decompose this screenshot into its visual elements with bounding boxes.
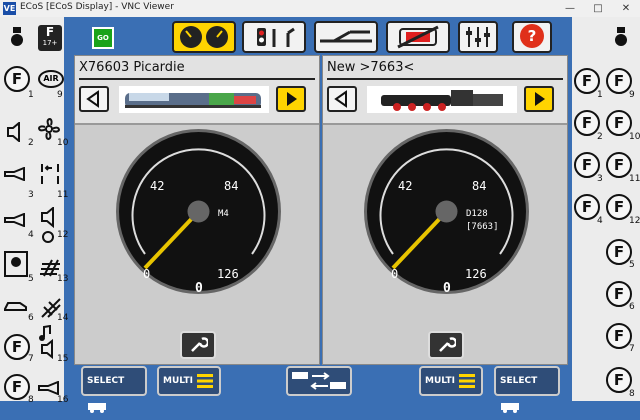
multi-label: MULTI bbox=[163, 376, 193, 386]
function-1-num: 1 bbox=[28, 90, 34, 100]
multi-left-button[interactable]: MULTI bbox=[157, 366, 221, 396]
direction-right-button[interactable] bbox=[524, 86, 554, 112]
swap-trains-icon bbox=[292, 372, 346, 390]
speed-value: 0 bbox=[195, 281, 203, 295]
horn-icon[interactable] bbox=[38, 381, 60, 395]
loco-name: X76603 Picardie bbox=[79, 60, 185, 75]
gauge-tick-42: 42 bbox=[150, 179, 164, 193]
direction-right-button[interactable] bbox=[276, 86, 306, 112]
name-divider bbox=[327, 78, 563, 80]
settings-button[interactable] bbox=[458, 21, 498, 53]
gauge-tick-84: 84 bbox=[224, 179, 238, 193]
loco-image bbox=[119, 86, 269, 113]
loco-settings-button[interactable] bbox=[428, 331, 464, 359]
track-layout-button[interactable] bbox=[314, 21, 378, 53]
speed-gauge[interactable]: 0 42 84 126 M4 0 bbox=[115, 128, 282, 295]
gauges-icon bbox=[180, 26, 228, 48]
swap-loco-button[interactable] bbox=[286, 366, 352, 396]
right-loco-panel: New >7663< 0 42 84 126 D128 [7663] 0 bbox=[322, 55, 568, 365]
horn-icon[interactable] bbox=[4, 213, 26, 227]
help-button[interactable]: ? bbox=[512, 21, 552, 53]
left-function-panel: F 17+ F 1 AIR 9 2 10 3 11 4 12 5 13 6 14… bbox=[0, 17, 68, 405]
gauge-tick-126: 126 bbox=[217, 267, 239, 281]
function-7-button[interactable]: F bbox=[4, 334, 30, 360]
horn-icon[interactable] bbox=[4, 167, 26, 181]
right-function-panel: F 1 F 9 F 2 F 10 F 3 F 11 F 4 F 12 F 5 F… bbox=[572, 17, 640, 401]
speed-gauge[interactable]: 0 42 84 126 D128 [7663] 0 bbox=[363, 128, 530, 295]
speed-value: 0 bbox=[443, 281, 451, 295]
gauge-hub bbox=[435, 200, 458, 223]
loco-header: New >7663< bbox=[323, 56, 567, 125]
multi-right-button[interactable]: MULTI bbox=[419, 366, 483, 396]
speed-steps: D128 bbox=[466, 209, 488, 219]
wrench-icon bbox=[191, 337, 210, 352]
name-divider bbox=[79, 78, 315, 80]
multi-icon bbox=[197, 373, 214, 388]
coupler-icon[interactable] bbox=[38, 162, 62, 188]
loco-light-icon[interactable] bbox=[10, 27, 24, 47]
loco-image bbox=[367, 86, 517, 113]
function-8-button[interactable]: F bbox=[4, 374, 30, 400]
select-label: SELECT bbox=[500, 376, 538, 386]
close-button[interactable]: ✕ bbox=[612, 0, 640, 17]
minimize-button[interactable]: — bbox=[556, 0, 584, 17]
train-icon bbox=[501, 402, 519, 413]
select-right-button[interactable]: SELECT bbox=[494, 366, 560, 413]
loco-address: [7663] bbox=[466, 222, 499, 232]
loco-light-icon[interactable] bbox=[614, 27, 628, 47]
gauge-tick-126: 126 bbox=[465, 267, 487, 281]
gauges-view-button[interactable] bbox=[172, 21, 236, 53]
gauge-tick-84: 84 bbox=[472, 179, 486, 193]
car-icon[interactable] bbox=[4, 299, 28, 313]
air-icon[interactable]: AIR bbox=[38, 70, 64, 88]
stop-button[interactable] bbox=[386, 21, 450, 53]
signal-icon bbox=[257, 27, 295, 47]
direction-left-button[interactable] bbox=[79, 86, 109, 112]
function-9-num: 9 bbox=[57, 90, 63, 100]
track-layout-icon bbox=[320, 30, 372, 43]
loco-name: New >7663< bbox=[327, 60, 415, 75]
multi-label: MULTI bbox=[425, 376, 455, 386]
maximize-button[interactable]: □ bbox=[584, 0, 612, 17]
loco-settings-button[interactable] bbox=[180, 331, 216, 359]
left-loco-panel: X76603 Picardie 0 42 84 126 M4 0 bbox=[74, 55, 320, 365]
window-title: ECoS [ECoS Display] - VNC Viewer bbox=[20, 2, 174, 12]
light-icon[interactable] bbox=[4, 251, 28, 277]
sliders-icon bbox=[466, 27, 490, 47]
stop-icon bbox=[397, 25, 439, 49]
gauge-tick-42: 42 bbox=[398, 179, 412, 193]
window-titlebar: VE ECoS [ECoS Display] - VNC Viewer — □ … bbox=[0, 0, 640, 18]
multi-icon bbox=[459, 373, 476, 388]
speed-steps: M4 bbox=[218, 209, 229, 219]
wrench-icon bbox=[439, 337, 458, 352]
help-icon: ? bbox=[520, 24, 544, 48]
select-label: SELECT bbox=[87, 376, 125, 386]
go-button[interactable]: GO bbox=[92, 27, 114, 49]
function-1-button[interactable]: F bbox=[4, 66, 30, 92]
train-icon bbox=[88, 402, 106, 413]
direction-left-button[interactable] bbox=[327, 86, 357, 112]
signals-button[interactable] bbox=[242, 21, 306, 53]
select-left-button[interactable]: SELECT bbox=[81, 366, 147, 413]
loco-header: X76603 Picardie bbox=[75, 56, 319, 125]
f17-button[interactable]: F 17+ bbox=[38, 25, 62, 51]
app-icon: VE bbox=[3, 2, 16, 15]
gauge-hub bbox=[187, 200, 210, 223]
speaker-icon[interactable] bbox=[6, 122, 24, 142]
